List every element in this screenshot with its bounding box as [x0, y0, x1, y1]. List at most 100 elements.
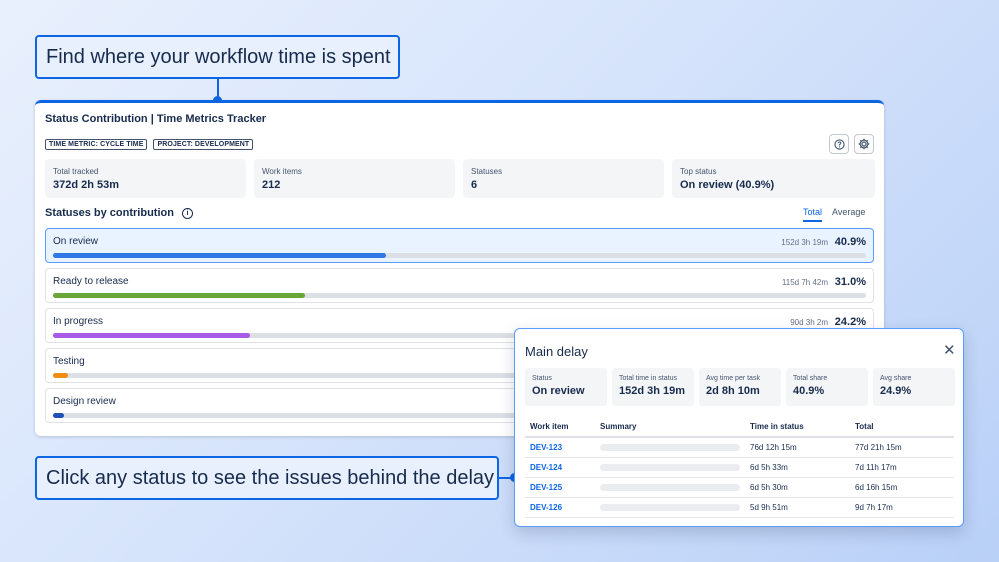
- popup-title: Main delay: [525, 344, 588, 359]
- stat-label: Status: [532, 375, 552, 382]
- table-header-row: Work item Summary Time in status Total: [525, 417, 954, 438]
- total-cell: 9d 7h 17m: [850, 497, 954, 518]
- stat-value: 24.9%: [880, 385, 912, 397]
- status-duration: 152d 3h 19m: [781, 238, 828, 247]
- status-name: Ready to release: [53, 276, 129, 287]
- status-name: Design review: [53, 396, 116, 407]
- column-header-total[interactable]: Total: [850, 417, 954, 438]
- work-item-link[interactable]: DEV-126: [525, 497, 595, 518]
- main-delay-popup: Main delay ✕ Status On review Total time…: [514, 328, 964, 527]
- stat-label: Avg share: [880, 375, 912, 382]
- popup-stat-avg-share: Avg share 24.9%: [873, 368, 955, 406]
- work-item-link[interactable]: DEV-125: [525, 477, 595, 498]
- stat-value: 372d 2h 53m: [53, 179, 120, 191]
- info-icon[interactable]: i: [181, 207, 193, 219]
- table-row[interactable]: DEV-123 76d 12h 15m 77d 21h 15m: [525, 437, 954, 458]
- stat-value: 2d 8h 10m: [706, 385, 760, 397]
- total-cell: 7d 11h 17m: [850, 457, 954, 478]
- table-row[interactable]: DEV-125 6d 5h 30m 6d 16h 15m: [525, 477, 954, 498]
- stat-value: 152d 3h 19m: [619, 385, 686, 397]
- total-cell: 6d 16h 15m: [850, 477, 954, 498]
- column-header-time-in-status[interactable]: Time in status: [745, 417, 850, 438]
- stat-total-tracked: Total tracked 372d 2h 53m: [45, 159, 246, 198]
- status-duration: 115d 7h 42m: [781, 278, 828, 287]
- settings-button[interactable]: [854, 134, 874, 154]
- summary-placeholder: [600, 503, 740, 511]
- stat-value: On review: [532, 385, 585, 397]
- popup-stat-total-time: Total time in status 152d 3h 19m: [612, 368, 694, 406]
- summary-placeholder: [600, 443, 740, 451]
- help-button[interactable]: [829, 134, 849, 154]
- filter-tags: TIME METRIC: CYCLE TIME PROJECT: DEVELOP…: [45, 139, 254, 150]
- stat-label: Avg time per task: [706, 375, 760, 382]
- instruction-callout: Click any status to see the issues behin…: [35, 456, 499, 500]
- stat-label: Top status: [680, 167, 717, 176]
- section-heading: Statuses by contribution i: [45, 207, 193, 219]
- stat-value: 40.9%: [793, 385, 825, 397]
- panel-title: Status Contribution | Time Metrics Track…: [45, 113, 267, 125]
- summary-placeholder: [600, 463, 740, 471]
- gear-icon: [858, 138, 870, 150]
- progress-track: [53, 293, 866, 298]
- status-percent: 31.0%: [834, 276, 866, 288]
- stat-value: 6: [471, 179, 478, 191]
- time-metric-tag[interactable]: TIME METRIC: CYCLE TIME: [45, 139, 148, 150]
- status-row[interactable]: On review 152d 3h 19m 40.9%: [45, 228, 874, 263]
- stat-label: Total tracked: [53, 167, 99, 176]
- table-row[interactable]: DEV-126 5d 9h 51m 9d 7h 17m: [525, 497, 954, 518]
- progress-fill: [53, 373, 68, 378]
- status-name: On review: [53, 236, 99, 247]
- status-percent: 40.9%: [834, 236, 866, 248]
- stat-value: On review (40.9%): [680, 179, 775, 191]
- progress-fill: [53, 293, 306, 298]
- progress-fill: [53, 253, 386, 258]
- headline-callout: Find where your workflow time is spent: [35, 35, 400, 79]
- status-row[interactable]: Ready to release 115d 7h 42m 31.0%: [45, 268, 874, 303]
- total-cell: 77d 21h 15m: [850, 437, 954, 458]
- stat-label: Statuses: [471, 167, 503, 176]
- progress-fill: [53, 413, 64, 418]
- summary-stats: Total tracked 372d 2h 53m Work items 212…: [45, 159, 875, 198]
- status-name: In progress: [53, 316, 104, 327]
- summary-cell: [595, 457, 745, 478]
- summary-cell: [595, 437, 745, 458]
- popup-stat-status: Status On review: [525, 368, 607, 406]
- time-in-status-cell: 5d 9h 51m: [745, 497, 850, 518]
- stat-label: Total share: [793, 375, 828, 382]
- progress-track: [53, 253, 866, 258]
- summary-cell: [595, 477, 745, 498]
- help-icon: [833, 138, 845, 150]
- summary-placeholder: [600, 483, 740, 491]
- status-percent: 24.2%: [834, 316, 866, 328]
- status-name: Testing: [53, 356, 85, 367]
- work-items-table: Work item Summary Time in status Total D…: [525, 417, 954, 518]
- popup-stat-total-share: Total share 40.9%: [786, 368, 868, 406]
- stat-value: 212: [262, 179, 281, 191]
- work-item-link[interactable]: DEV-124: [525, 457, 595, 478]
- stat-statuses: Statuses 6: [463, 159, 664, 198]
- summary-cell: [595, 497, 745, 518]
- view-toggle: Total Average: [803, 207, 865, 222]
- time-in-status-cell: 6d 5h 33m: [745, 457, 850, 478]
- stat-work-items: Work items 212: [254, 159, 455, 198]
- progress-fill: [53, 333, 250, 338]
- tab-average[interactable]: Average: [832, 207, 865, 222]
- popup-stat-avg-time: Avg time per task 2d 8h 10m: [699, 368, 781, 406]
- stat-top-status: Top status On review (40.9%): [672, 159, 875, 198]
- project-tag[interactable]: PROJECT: DEVELOPMENT: [153, 139, 254, 150]
- headline-text: Find where your workflow time is spent: [46, 45, 391, 68]
- stat-label: Total time in status: [619, 375, 677, 382]
- popup-stats: Status On review Total time in status 15…: [525, 368, 955, 406]
- instruction-text: Click any status to see the issues behin…: [46, 466, 495, 489]
- column-header-work-item[interactable]: Work item: [525, 417, 595, 438]
- status-duration: 90d 3h 2m: [790, 318, 828, 327]
- tab-total[interactable]: Total: [803, 207, 823, 222]
- column-header-summary[interactable]: Summary: [595, 417, 745, 438]
- time-in-status-cell: 76d 12h 15m: [745, 437, 850, 458]
- close-icon[interactable]: ✕: [943, 343, 956, 358]
- stat-label: Work items: [262, 167, 302, 176]
- time-in-status-cell: 6d 5h 30m: [745, 477, 850, 498]
- table-row[interactable]: DEV-124 6d 5h 33m 7d 11h 17m: [525, 457, 954, 478]
- work-item-link[interactable]: DEV-123: [525, 437, 595, 458]
- section-title: Statuses by contribution: [45, 207, 174, 219]
